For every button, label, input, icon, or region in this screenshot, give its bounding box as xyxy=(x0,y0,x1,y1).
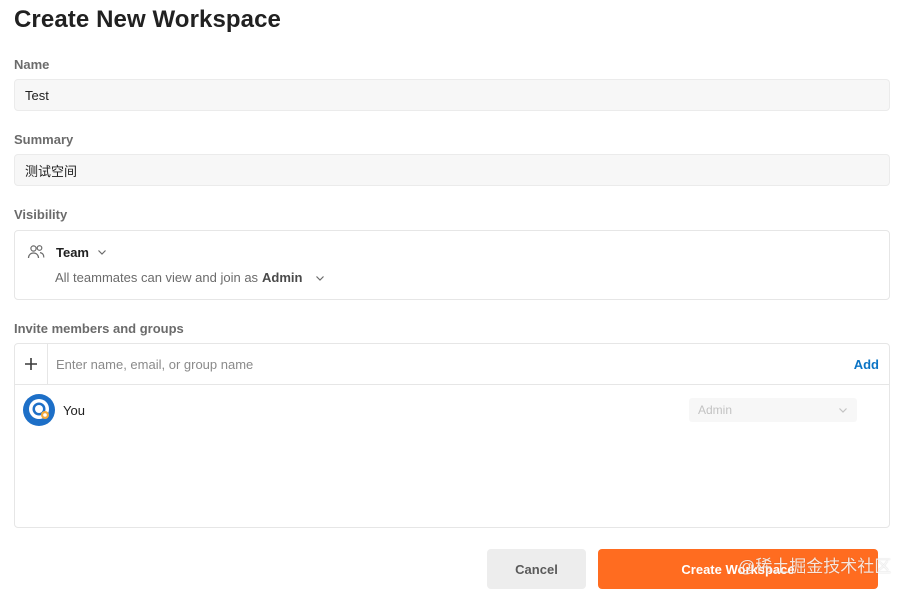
watermark: @稀土掘金技术社区 xyxy=(738,557,892,576)
cancel-button[interactable]: Cancel xyxy=(487,549,586,589)
chevron-down-icon[interactable] xyxy=(315,273,325,283)
name-value: Test xyxy=(25,87,49,103)
visibility-role-dropdown[interactable]: Admin xyxy=(262,270,302,285)
chevron-down-icon xyxy=(98,250,106,255)
create-workspace-page: Create New Workspace Name Test Summary 测… xyxy=(0,0,915,591)
visibility-label: Visibility xyxy=(14,207,68,222)
summary-label: Summary xyxy=(14,132,74,147)
invite-panel: Add You Admin xyxy=(14,343,890,528)
plus-icon[interactable] xyxy=(15,343,48,385)
chevron-down-icon xyxy=(839,408,847,413)
visibility-role-row: All teammates can view and join as Admin xyxy=(55,270,325,285)
invite-search-input[interactable] xyxy=(48,344,854,384)
member-role: Admin xyxy=(698,403,733,417)
avatar xyxy=(23,394,55,426)
name-field[interactable]: Test xyxy=(14,79,890,111)
invite-label: Invite members and groups xyxy=(14,321,184,336)
invite-input-row: Add xyxy=(15,343,889,385)
visibility-type: Team xyxy=(56,244,89,260)
name-label: Name xyxy=(14,57,50,72)
summary-field[interactable]: 测试空间 xyxy=(14,154,890,186)
summary-value: 测试空间 xyxy=(25,163,78,179)
member-name: You xyxy=(63,403,85,418)
page-title: Create New Workspace xyxy=(14,6,282,33)
add-member-button[interactable]: Add xyxy=(854,357,879,372)
visibility-type-dropdown[interactable]: Team xyxy=(27,243,107,261)
team-icon xyxy=(27,245,45,259)
visibility-description: All teammates can view and join as xyxy=(55,270,259,285)
member-role-select: Admin xyxy=(689,398,857,422)
visibility-selector: Team All teammates can view and join as … xyxy=(14,230,890,300)
member-row: You Admin xyxy=(23,394,883,426)
